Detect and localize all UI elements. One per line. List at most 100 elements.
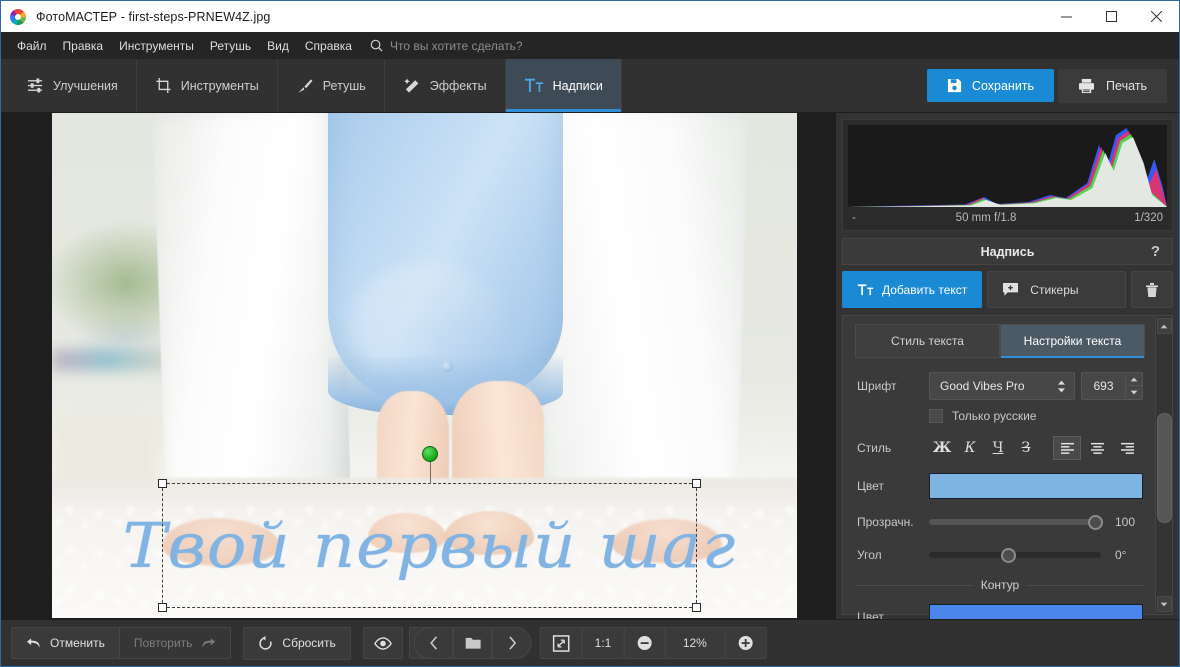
window-title: ФотоМАСТЕР - first-steps-PRNEW4Z.jpg: [36, 9, 271, 24]
opacity-track[interactable]: [929, 514, 1104, 530]
angle-knob[interactable]: [1000, 547, 1016, 563]
scroll-down-icon[interactable]: [1156, 596, 1172, 612]
settings-scrollbar[interactable]: [1155, 316, 1172, 614]
histogram-panel: - 50 mm f/1.8 1/320: [842, 119, 1173, 231]
subtab-label: Настройки текста: [1023, 334, 1122, 349]
tab-tools[interactable]: Инструменты: [137, 59, 278, 112]
center-tools: 1:1 12%: [413, 627, 767, 659]
font-row: Шрифт Good Vibes Pro 693: [857, 372, 1143, 401]
settings-subtabs: Стиль текста Настройки текста: [855, 324, 1145, 359]
stickers-button[interactable]: Стикеры: [987, 271, 1126, 309]
tab-label: Эффекты: [429, 78, 487, 93]
divider-line-left: [857, 584, 973, 586]
italic-button[interactable]: К: [957, 436, 983, 460]
resize-handle-bottom-left[interactable]: [158, 603, 167, 612]
zoom-in-button[interactable]: [724, 627, 767, 659]
tab-effects[interactable]: Эффекты: [385, 59, 506, 112]
russian-only-row[interactable]: Только русские: [929, 409, 1143, 424]
spinner-up-icon[interactable]: [1126, 374, 1142, 387]
settings-inner: Стиль текста Настройки текста Шрифт Good…: [843, 316, 1155, 661]
file-navigation: [413, 627, 532, 659]
resize-handle-top-right[interactable]: [692, 479, 701, 488]
angle-label: Угол: [857, 548, 882, 563]
opacity-label: Прозрачн.: [857, 515, 914, 530]
subtab-text-style[interactable]: Стиль текста: [855, 324, 1000, 359]
exif-info: - 50 mm f/1.8 1/320: [848, 207, 1167, 225]
maximize-icon[interactable]: [1089, 1, 1134, 32]
scrollbar-thumb[interactable]: [1156, 412, 1172, 523]
photo-image[interactable]: Твой первый шаг: [52, 113, 797, 618]
align-center-button[interactable]: [1083, 436, 1111, 460]
right-panel: - 50 mm f/1.8 1/320 Надпись ? Добавить т…: [835, 113, 1179, 661]
zoom-level[interactable]: 12%: [664, 627, 725, 659]
text-tool-icon: [857, 284, 874, 295]
print-button[interactable]: Печать: [1058, 68, 1167, 103]
subtab-text-settings[interactable]: Настройки текста: [1000, 324, 1145, 359]
tab-enhancements[interactable]: Улучшения: [9, 59, 137, 112]
tab-retouch[interactable]: Ретушь: [278, 59, 385, 112]
fit-to-screen-button[interactable]: [539, 627, 582, 659]
fill-color-swatch[interactable]: [929, 473, 1143, 500]
app-logo-icon: [10, 8, 26, 25]
align-right-icon: [1120, 442, 1134, 454]
text-selection-box[interactable]: [158, 446, 701, 612]
workspace: Твой первый шаг - 50 mm f/1.8 1/320 Надп…: [1, 113, 1179, 661]
font-size-spinner: [1125, 374, 1142, 399]
align-left-button[interactable]: [1053, 436, 1081, 461]
menu-item-retouch[interactable]: Ретушь: [202, 35, 259, 57]
redo-button[interactable]: Повторить: [118, 627, 232, 659]
font-size-stepper[interactable]: 693: [1081, 372, 1143, 401]
help-icon[interactable]: ?: [1151, 243, 1160, 260]
russian-only-checkbox[interactable]: [929, 409, 943, 424]
save-button[interactable]: Сохранить: [926, 69, 1055, 102]
preview-toggle-button[interactable]: [362, 627, 403, 659]
tool-tabs: Улучшения Инструменты Ретушь Эффекты Над…: [9, 59, 622, 112]
scroll-up-icon[interactable]: [1156, 318, 1172, 335]
underline-button[interactable]: Ч: [985, 436, 1011, 460]
menu-item-file[interactable]: Файл: [9, 35, 55, 57]
angle-track[interactable]: [929, 547, 1101, 563]
undo-button[interactable]: Отменить: [11, 627, 119, 659]
angle-value: 0°: [1115, 548, 1127, 563]
strikethrough-button[interactable]: З: [1013, 436, 1039, 460]
minimize-icon[interactable]: [1044, 1, 1089, 32]
add-text-button[interactable]: Добавить текст: [842, 271, 983, 309]
exif-right: 1/320: [1134, 212, 1163, 224]
menu-item-view[interactable]: Вид: [259, 35, 297, 57]
next-image-button[interactable]: [493, 628, 531, 658]
resize-handle-bottom-right[interactable]: [692, 603, 701, 612]
actual-size-button[interactable]: 1:1: [581, 627, 624, 659]
redo-icon: [202, 638, 216, 648]
align-right-button[interactable]: [1113, 436, 1141, 460]
print-label: Печать: [1106, 78, 1147, 93]
angle-slider[interactable]: [929, 545, 1101, 565]
tab-captions[interactable]: Надписи: [505, 59, 622, 112]
delete-button[interactable]: [1131, 271, 1173, 309]
close-icon[interactable]: [1134, 1, 1179, 32]
opacity-slider[interactable]: [929, 512, 1104, 532]
resize-handle-top-left[interactable]: [158, 479, 167, 488]
title-bar: ФотоМАСТЕР - first-steps-PRNEW4Z.jpg: [1, 1, 1179, 32]
stickers-label: Стикеры: [1030, 282, 1079, 297]
bold-button[interactable]: Ж: [929, 436, 955, 460]
menu-item-edit[interactable]: Правка: [55, 35, 112, 57]
spinner-down-icon[interactable]: [1126, 386, 1142, 398]
font-family-select[interactable]: Good Vibes Pro: [929, 372, 1075, 401]
zoom-out-button[interactable]: [623, 627, 665, 659]
search-box[interactable]: Что вы хотите сделать?: [370, 39, 523, 53]
canvas-area[interactable]: Твой первый шаг: [1, 113, 835, 619]
reset-button[interactable]: Сбросить: [243, 626, 351, 660]
menu-bar: Файл Правка Инструменты Ретушь Вид Справ…: [1, 32, 1179, 59]
tab-label: Ретушь: [322, 78, 366, 93]
menu-item-help[interactable]: Справка: [297, 35, 360, 57]
caption-actions: Добавить текст Стикеры: [842, 271, 1173, 309]
prev-image-button[interactable]: [415, 628, 453, 658]
scrollbar-track[interactable]: [1156, 334, 1172, 596]
style-label: Стиль: [857, 441, 892, 456]
settings-container: Стиль текста Настройки текста Шрифт Good…: [842, 315, 1173, 661]
add-text-label: Добавить текст: [882, 282, 968, 297]
opacity-knob[interactable]: [1088, 514, 1104, 530]
menu-item-tools[interactable]: Инструменты: [111, 35, 202, 57]
rotation-handle[interactable]: [421, 446, 438, 462]
open-folder-button[interactable]: [454, 628, 492, 658]
